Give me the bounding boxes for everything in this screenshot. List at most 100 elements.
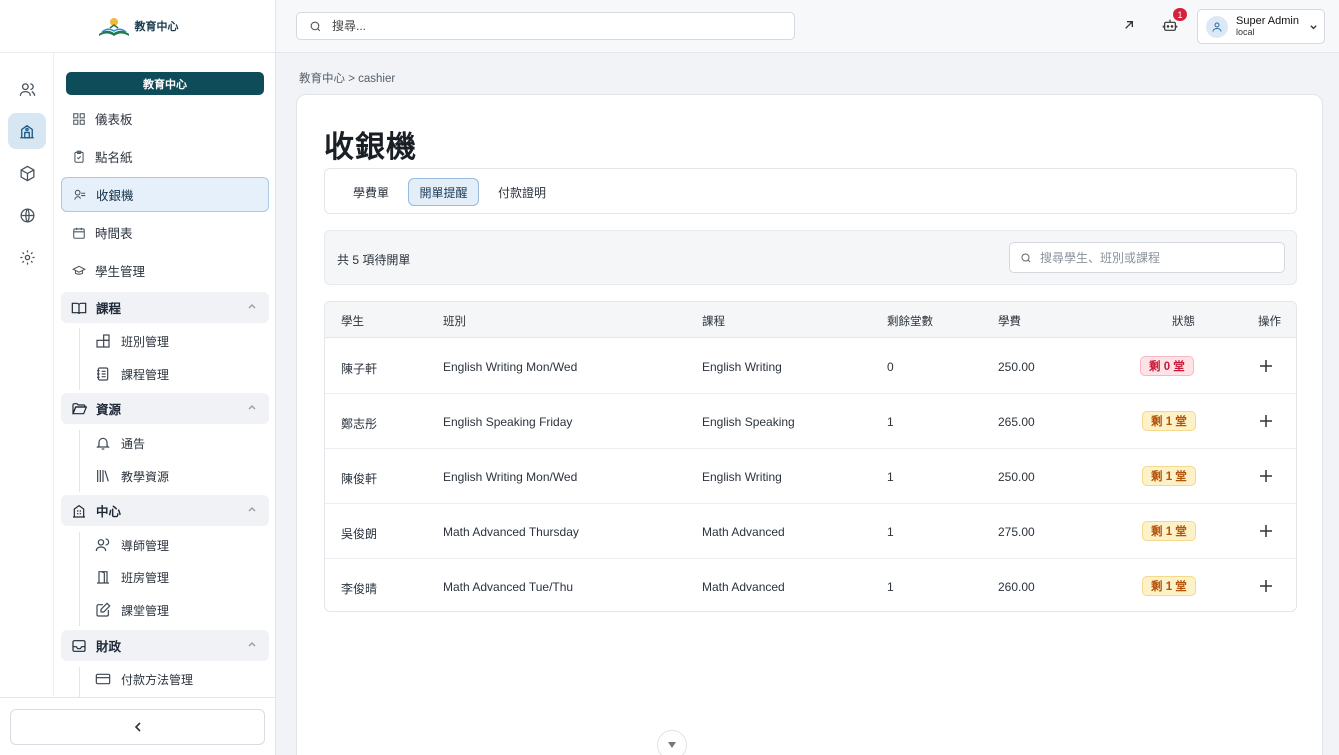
cell-course: English Writing	[702, 360, 782, 374]
avatar	[1206, 15, 1228, 38]
cell-remaining: 1	[887, 415, 894, 429]
tab-bar: 學費單 開單提醒 付款證明	[324, 168, 1297, 214]
main-card: 收銀機 學費單 開單提醒 付款證明 共 5 項待開單 學生 班別 課程 剩餘堂數…	[296, 94, 1323, 755]
sidebar-item-notices[interactable]: 通告	[95, 430, 145, 456]
rail-package-button[interactable]	[8, 155, 46, 191]
icon-rail	[0, 53, 54, 697]
page-title: 收銀機	[324, 131, 417, 164]
add-icon[interactable]	[1259, 579, 1273, 593]
cell-class: Math Advanced Tue/Thu	[443, 580, 574, 594]
search-icon	[1021, 253, 1031, 262]
cell-remaining: 1	[887, 580, 894, 594]
table-header: 學生 班別 課程 剩餘堂數 學費 狀態 操作	[325, 302, 1296, 338]
sidebar-footer	[0, 697, 275, 755]
chevron-up-icon	[248, 303, 256, 309]
group-courses[interactable]: 課程	[61, 292, 269, 323]
sidebar-item-class-management[interactable]: 班別管理	[95, 328, 169, 354]
add-icon[interactable]	[1259, 414, 1273, 428]
user-menu[interactable]: Super Admin local	[1197, 9, 1325, 44]
tab-billing-reminders[interactable]: 開單提醒	[408, 178, 479, 206]
sidebar-item-payment-methods[interactable]: 付款方法管理	[95, 666, 193, 692]
add-icon[interactable]	[1259, 359, 1273, 373]
add-icon[interactable]	[1259, 524, 1273, 538]
cell-remaining: 1	[887, 470, 894, 484]
calendar-icon	[73, 227, 85, 239]
sidebar-item-label: 付款方法管理	[121, 672, 194, 687]
rail-settings-button[interactable]	[8, 239, 46, 275]
graduation-cap-icon	[72, 265, 86, 275]
cell-class: English Speaking Friday	[443, 415, 573, 429]
sidebar-item-course-management[interactable]: 課程管理	[95, 361, 169, 387]
billing-table: 學生 班別 課程 剩餘堂數 學費 狀態 操作 陳子軒 English Writi…	[324, 301, 1297, 612]
group-label: 財政	[96, 640, 122, 654]
sidebar: 教育中心 教育中心 儀表板 點名紙 收銀機 時間表 學生管理 課程 班別管理 課…	[0, 0, 276, 755]
status-badge: 剩 1 堂	[1142, 411, 1196, 431]
breadcrumb-current: cashier	[358, 73, 396, 85]
sidebar-item-dashboard[interactable]: 儀表板	[61, 101, 269, 136]
status-badge: 剩 1 堂	[1142, 576, 1196, 596]
header-student: 學生	[341, 316, 364, 328]
cell-remaining: 0	[887, 360, 894, 374]
sub-divider	[79, 667, 80, 697]
pending-count: 共 5 項待開單	[337, 253, 411, 267]
table-search-input[interactable]	[1040, 250, 1270, 265]
sidebar-item-students[interactable]: 學生管理	[61, 253, 269, 288]
group-label: 課程	[96, 302, 122, 316]
global-search	[296, 12, 795, 40]
sidebar-item-label: 導師管理	[121, 538, 170, 553]
book-open-icon	[71, 302, 87, 314]
cell-class: English Writing Mon/Wed	[443, 470, 578, 484]
group-center[interactable]: 中心	[61, 495, 269, 526]
chevron-left-icon	[134, 722, 141, 732]
bell-icon	[96, 437, 110, 450]
logo-text: 教育中心	[134, 21, 179, 33]
sidebar-item-cashier[interactable]: 收銀機	[61, 177, 269, 212]
global-search-input[interactable]	[332, 19, 772, 33]
user-icon	[1212, 22, 1222, 32]
logo[interactable]: 教育中心	[0, 0, 275, 53]
clipboard-check-icon	[74, 150, 84, 163]
chevron-up-icon	[248, 506, 256, 512]
cell-remaining: 1	[887, 525, 894, 539]
cell-student: 吳俊朗	[341, 527, 378, 541]
group-finance[interactable]: 財政	[61, 630, 269, 661]
rail-school-button[interactable]	[8, 113, 46, 149]
cell-fee: 265.00	[998, 415, 1035, 429]
sidebar-item-tutor-management[interactable]: 導師管理	[95, 532, 169, 558]
table-row: 李俊晴 Math Advanced Tue/Thu Math Advanced …	[325, 559, 1296, 611]
cell-course: English Writing	[702, 470, 782, 484]
tab-payment-proof[interactable]: 付款證明	[488, 178, 556, 206]
breadcrumb-root[interactable]: 教育中心	[299, 73, 345, 85]
sidebar-item-attendance[interactable]: 點名紙	[61, 139, 269, 174]
search-icon	[310, 21, 321, 31]
dashboard-icon	[73, 112, 85, 125]
sidebar-item-classroom-management[interactable]: 班房管理	[95, 564, 169, 590]
sidebar-item-label: 班房管理	[121, 570, 170, 585]
external-link-icon[interactable]	[1121, 17, 1137, 33]
filter-bar: 共 5 項待開單	[324, 230, 1297, 285]
collapse-sidebar-button[interactable]	[10, 709, 265, 745]
sidebar-item-label: 點名紙	[95, 151, 133, 165]
rail-globe-button[interactable]	[8, 197, 46, 233]
tab-invoices[interactable]: 學費單	[341, 178, 401, 206]
center-name-pill[interactable]: 教育中心	[66, 72, 264, 95]
add-icon[interactable]	[1259, 469, 1273, 483]
credit-card-icon	[95, 673, 111, 685]
sidebar-item-label: 課程管理	[121, 367, 170, 382]
table-row: 陳俊軒 English Writing Mon/Wed English Writ…	[325, 449, 1296, 504]
status-badge: 剩 1 堂	[1142, 466, 1196, 486]
school-icon	[20, 124, 34, 139]
user-info: Super Admin local	[1236, 15, 1299, 38]
cell-course: Math Advanced	[702, 580, 785, 594]
chevron-down-icon	[668, 742, 676, 748]
cashier-icon	[74, 189, 86, 200]
group-label: 中心	[96, 505, 122, 519]
rail-users-button[interactable]	[8, 71, 46, 107]
building-icon	[73, 504, 85, 518]
notification-badge: 1	[1172, 7, 1188, 22]
scroll-down-button[interactable]	[657, 730, 687, 755]
sidebar-item-teaching-resources[interactable]: 教學資源	[95, 463, 169, 489]
group-resources[interactable]: 資源	[61, 393, 269, 424]
sidebar-item-timetable[interactable]: 時間表	[61, 215, 269, 250]
sidebar-item-lesson-management[interactable]: 課堂管理	[95, 597, 169, 623]
